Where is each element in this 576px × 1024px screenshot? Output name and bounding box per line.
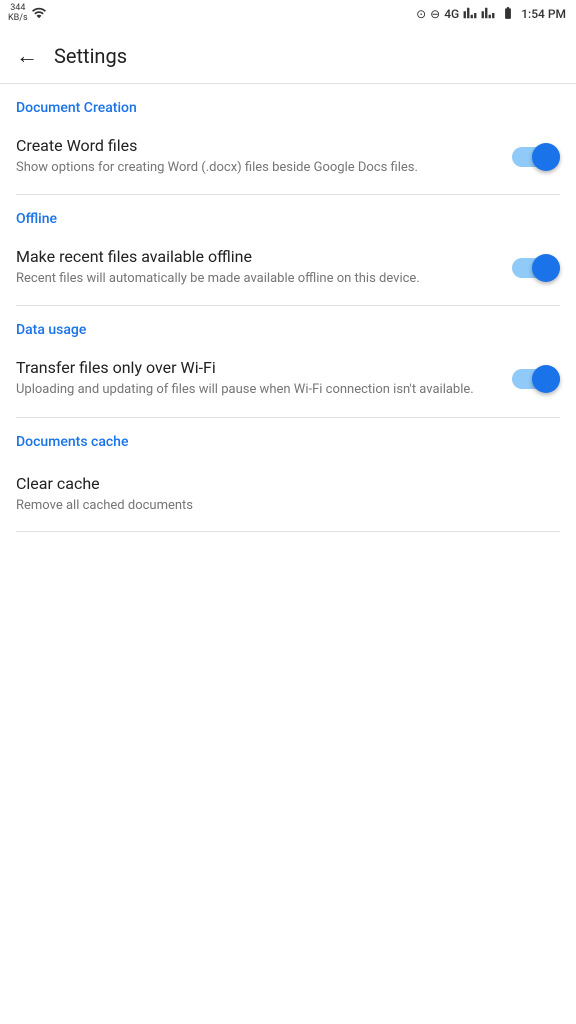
status-time: 1:54 PM [521,7,566,21]
back-button[interactable]: ← [16,43,38,69]
section-documents-cache: Documents cache Clear cache Remove all c… [0,418,576,531]
setting-desc-clear-cache: Remove all cached documents [16,497,193,515]
setting-title-make-files-offline: Make recent files available offline [16,247,496,266]
toggle-create-word-files[interactable] [512,143,560,171]
setting-clear-cache[interactable]: Clear cache Remove all cached documents [0,458,576,531]
section-header-data-usage: Data usage [0,306,576,346]
signal-bars-icon [463,6,477,23]
setting-text-make-files-offline: Make recent files available offline Rece… [16,247,496,288]
status-right: ⊙ ⊖ 4G 1:54 PM [416,6,566,23]
section-document-creation: Document Creation Create Word files Show… [0,84,576,194]
setting-text-transfer-wifi: Transfer files only over Wi-Fi Uploading… [16,358,496,399]
toggle-transfer-wifi[interactable] [512,365,560,393]
cache-item-text: Clear cache Remove all cached documents [16,474,193,515]
setting-title-clear-cache: Clear cache [16,474,193,493]
setting-make-files-offline[interactable]: Make recent files available offline Rece… [0,235,576,305]
toggle-thumb [532,143,560,171]
circle-icon: ⊙ [416,7,426,21]
divider-4 [16,531,560,532]
toggle-make-files-offline[interactable] [512,254,560,282]
setting-transfer-wifi[interactable]: Transfer files only over Wi-Fi Uploading… [0,346,576,416]
status-bar: 344KB/s ⊙ ⊖ 4G 1:54 PM [0,0,576,28]
signal-bars2-icon [481,6,495,23]
wifi-icon [32,6,46,23]
setting-title-transfer-wifi: Transfer files only over Wi-Fi [16,358,496,377]
setting-desc-transfer-wifi: Uploading and updating of files will pau… [16,381,496,399]
network-type: 4G [444,7,459,21]
setting-title-create-word-files: Create Word files [16,136,496,155]
battery-icon [499,6,517,23]
setting-text-create-word-files: Create Word files Show options for creat… [16,136,496,177]
section-header-documents-cache: Documents cache [0,418,576,458]
minus-circle-icon: ⊖ [430,7,440,21]
setting-create-word-files[interactable]: Create Word files Show options for creat… [0,124,576,194]
settings-content: Document Creation Create Word files Show… [0,84,576,532]
section-header-offline: Offline [0,195,576,235]
setting-desc-make-files-offline: Recent files will automatically be made … [16,270,496,288]
toggle-thumb-offline [532,254,560,282]
app-bar: ← Settings [0,28,576,84]
section-header-document-creation: Document Creation [0,84,576,124]
setting-desc-create-word-files: Show options for creating Word (.docx) f… [16,159,496,177]
section-data-usage: Data usage Transfer files only over Wi-F… [0,306,576,416]
status-left: 344KB/s [8,4,46,24]
speed-indicator: 344KB/s [8,4,28,24]
page-title: Settings [54,44,127,68]
toggle-thumb-wifi [532,365,560,393]
section-offline: Offline Make recent files available offl… [0,195,576,305]
